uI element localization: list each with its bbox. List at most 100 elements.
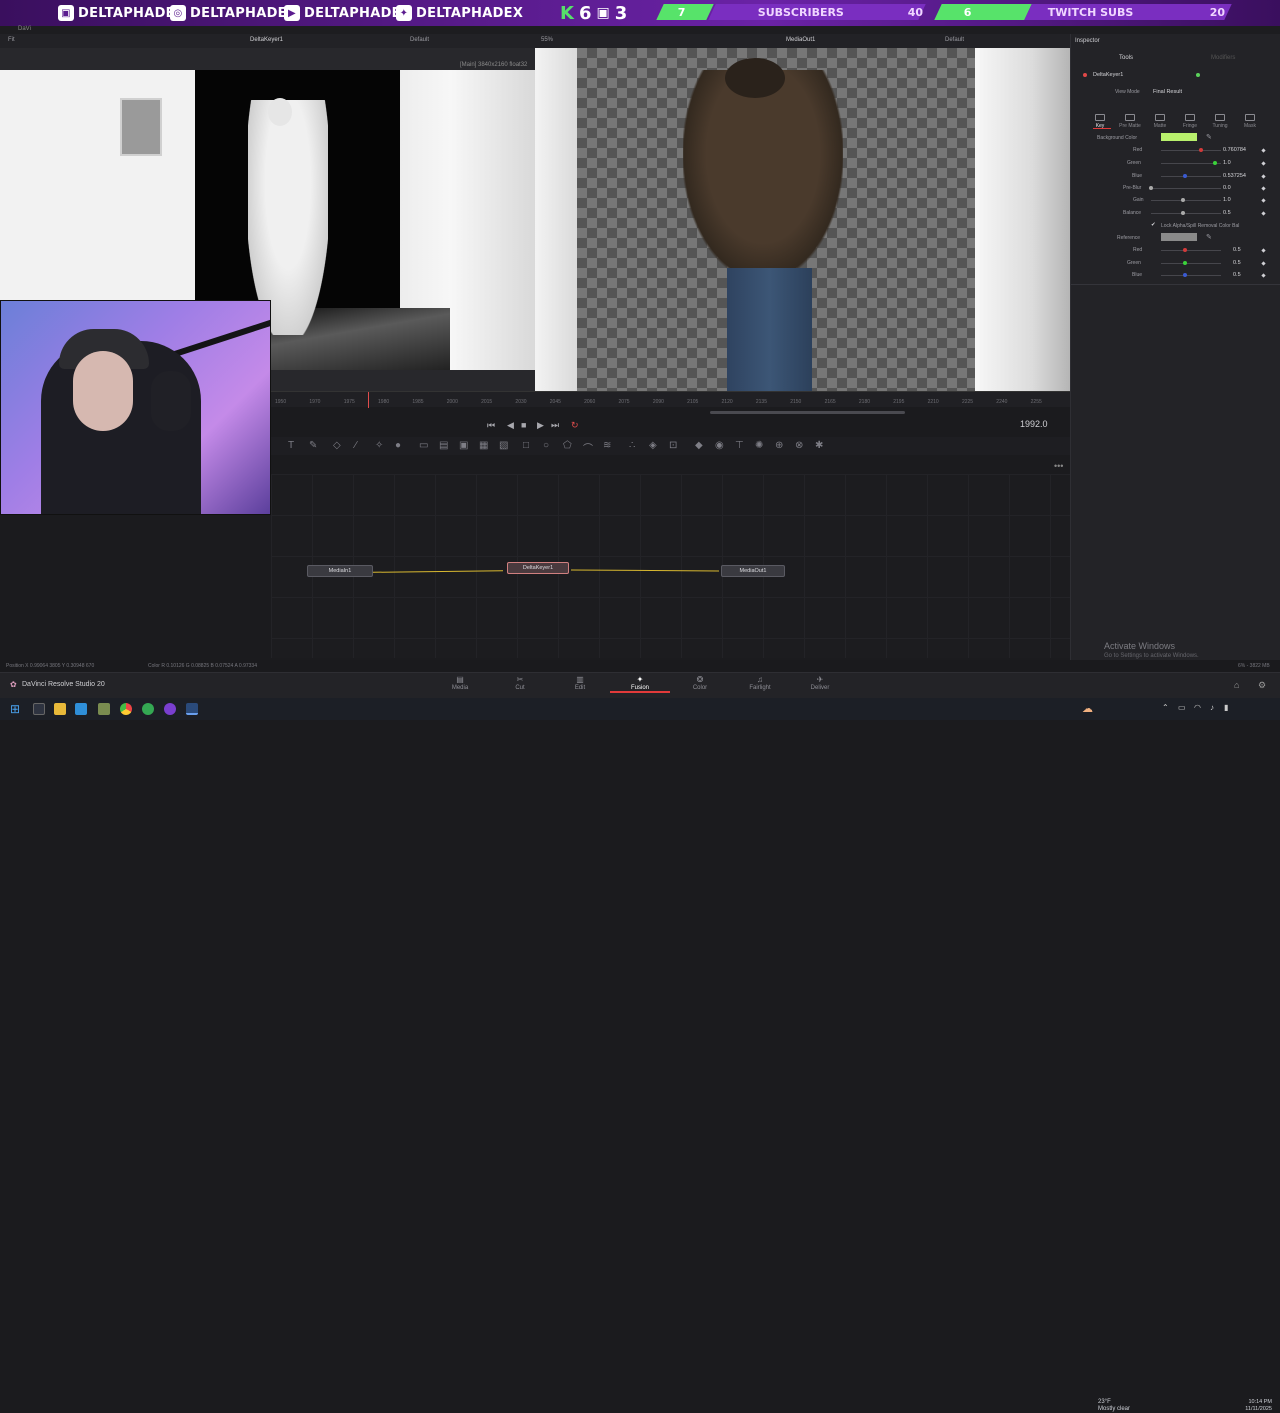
- node-editor[interactable]: MediaIn1 DeltaKeyer1 MediaOut1: [271, 474, 1070, 658]
- keyframe-balance[interactable]: [1261, 211, 1266, 216]
- param-blue-handle[interactable]: [1183, 174, 1187, 178]
- ref-green-handle[interactable]: [1183, 261, 1187, 265]
- page-color[interactable]: ❂ Color: [670, 675, 730, 691]
- tracker-tool-icon[interactable]: ⊗: [795, 440, 803, 451]
- view-mode-dropdown[interactable]: Final Result: [1153, 89, 1182, 95]
- loader-tool-icon[interactable]: ▦: [479, 440, 488, 451]
- param-preblur-value[interactable]: 0.0: [1223, 185, 1231, 191]
- channel-tool-icon[interactable]: ▤: [439, 440, 448, 451]
- camera-tool-icon[interactable]: ⊡: [669, 440, 677, 451]
- keyframe-blue[interactable]: [1261, 174, 1266, 179]
- param-balance-handle[interactable]: [1181, 211, 1185, 215]
- lock-checkbox[interactable]: ✔: [1151, 222, 1156, 228]
- shape-tool-icon[interactable]: ◆: [695, 440, 703, 451]
- go-to-start-icon[interactable]: ⏮: [487, 420, 495, 431]
- layer-tool-icon[interactable]: ▭: [419, 440, 428, 451]
- node-media-in[interactable]: MediaIn1: [307, 565, 373, 577]
- param-red-value[interactable]: 0.760784: [1223, 147, 1246, 153]
- param-balance-slider[interactable]: [1151, 213, 1221, 214]
- ref-red-slider[interactable]: [1161, 250, 1221, 251]
- system-clock[interactable]: 10:14 PM 11/11/2025: [1240, 1399, 1272, 1413]
- ref-blue-slider[interactable]: [1161, 275, 1221, 276]
- node-delta-keyer[interactable]: DeltaKeyer1: [507, 562, 569, 574]
- tab-tuning[interactable]: Tuning: [1208, 114, 1232, 129]
- renderer-tool-icon[interactable]: ◉: [715, 440, 724, 451]
- background-color-swatch[interactable]: [1161, 133, 1197, 141]
- node-enabled-dot[interactable]: [1196, 73, 1200, 77]
- param-green-handle[interactable]: [1213, 161, 1217, 165]
- page-fusion[interactable]: ✦ Fusion: [610, 675, 670, 693]
- fx-tool-icon[interactable]: ⊕: [775, 440, 783, 451]
- text-tool-icon[interactable]: T: [288, 440, 294, 451]
- keyframe-ref-blue[interactable]: [1261, 273, 1266, 278]
- planar-tool-icon[interactable]: ✱: [815, 440, 823, 451]
- tab-mask[interactable]: Mask: [1238, 114, 1262, 129]
- home-icon[interactable]: ⌂: [1234, 680, 1239, 690]
- transform-tool-icon[interactable]: ⊤: [735, 440, 744, 451]
- fit-dropdown[interactable]: Fit: [8, 37, 15, 43]
- minecraft-icon[interactable]: [98, 703, 110, 715]
- timeline-ruler[interactable]: 1950 1970 1975 1980 1985 2000 2015 2030 2045 2060…: [271, 391, 1070, 408]
- polygon-mask-icon[interactable]: ⬠: [563, 440, 572, 451]
- settings-icon[interactable]: ⚙: [1258, 680, 1266, 691]
- particle-tool-icon[interactable]: ∴: [629, 440, 635, 451]
- reference-color-swatch[interactable]: [1161, 233, 1197, 241]
- weather-widget[interactable]: 23°F Mostly clear: [1098, 1399, 1130, 1413]
- keyframe-ref-green[interactable]: [1261, 261, 1266, 266]
- page-edit[interactable]: ▥ Edit: [550, 675, 610, 691]
- warp-tool-icon[interactable]: ≋: [603, 440, 611, 451]
- param-preblur-slider[interactable]: [1151, 188, 1221, 189]
- ref-green-value[interactable]: 0.5: [1233, 260, 1241, 266]
- ellipse-mask-icon[interactable]: ○: [543, 440, 549, 451]
- wifi-icon[interactable]: ◠: [1194, 703, 1201, 712]
- background-tool-icon[interactable]: ◇: [333, 440, 341, 451]
- app-icon[interactable]: [142, 703, 154, 715]
- ref-blue-value[interactable]: 0.5: [1233, 272, 1241, 278]
- zoom-dropdown[interactable]: 55%: [541, 37, 553, 43]
- battery-icon[interactable]: ▮: [1224, 703, 1228, 712]
- ref-green-slider[interactable]: [1161, 263, 1221, 264]
- store-icon[interactable]: [75, 703, 87, 715]
- page-cut[interactable]: ✂ Cut: [490, 675, 550, 691]
- keyframe-red[interactable]: [1261, 148, 1266, 153]
- param-green-slider[interactable]: [1161, 163, 1221, 164]
- param-red-handle[interactable]: [1199, 148, 1203, 152]
- keyframe-preblur[interactable]: [1261, 186, 1266, 191]
- param-gain-value[interactable]: 1.0: [1223, 197, 1231, 203]
- keyframe-ref-red[interactable]: [1261, 248, 1266, 253]
- param-balance-value[interactable]: 0.5: [1223, 210, 1231, 216]
- task-view-icon[interactable]: [33, 703, 45, 715]
- rect-mask-icon[interactable]: □: [523, 440, 529, 451]
- windows-start-icon[interactable]: ⊞: [10, 702, 20, 716]
- param-green-value[interactable]: 1.0: [1223, 160, 1231, 166]
- right-lut-dropdown[interactable]: Default: [945, 37, 964, 43]
- current-frame[interactable]: 1992.0: [1020, 419, 1048, 429]
- param-gain-handle[interactable]: [1181, 198, 1185, 202]
- left-lut-dropdown[interactable]: Default: [410, 37, 429, 43]
- ref-red-handle[interactable]: [1183, 248, 1187, 252]
- resolve-taskbar-icon[interactable]: [186, 703, 198, 715]
- light-tool-icon[interactable]: ✺: [755, 440, 763, 451]
- tab-pre-matte[interactable]: Pre Matte: [1118, 114, 1142, 129]
- discord-icon[interactable]: [164, 703, 176, 715]
- param-preblur-handle[interactable]: [1149, 186, 1153, 190]
- merge-tool-icon[interactable]: ✧: [375, 440, 383, 451]
- tab-fringe[interactable]: Fringe: [1178, 114, 1202, 129]
- brush-tool-icon[interactable]: ∕: [355, 440, 357, 451]
- param-red-slider[interactable]: [1161, 150, 1221, 151]
- bspline-mask-icon[interactable]: ⌒: [583, 440, 593, 455]
- go-to-end-icon[interactable]: ⏭: [551, 420, 559, 431]
- node-media-out[interactable]: MediaOut1: [721, 565, 785, 577]
- keyframe-gain[interactable]: [1261, 198, 1266, 203]
- play-reverse-icon[interactable]: ◀: [507, 420, 514, 431]
- copy-tool-icon[interactable]: ▣: [459, 440, 468, 451]
- network-icon[interactable]: ▭: [1178, 703, 1186, 712]
- param-gain-slider[interactable]: [1151, 200, 1221, 201]
- param-blue-slider[interactable]: [1161, 176, 1221, 177]
- ref-red-value[interactable]: 0.5: [1233, 247, 1241, 253]
- drop-tool-icon[interactable]: ●: [395, 440, 401, 451]
- paint-tool-icon[interactable]: ✎: [309, 440, 317, 451]
- page-fairlight[interactable]: ♫ Fairlight: [730, 675, 790, 691]
- saver-tool-icon[interactable]: ▧: [499, 440, 508, 451]
- page-media[interactable]: ▤ Media: [430, 675, 490, 691]
